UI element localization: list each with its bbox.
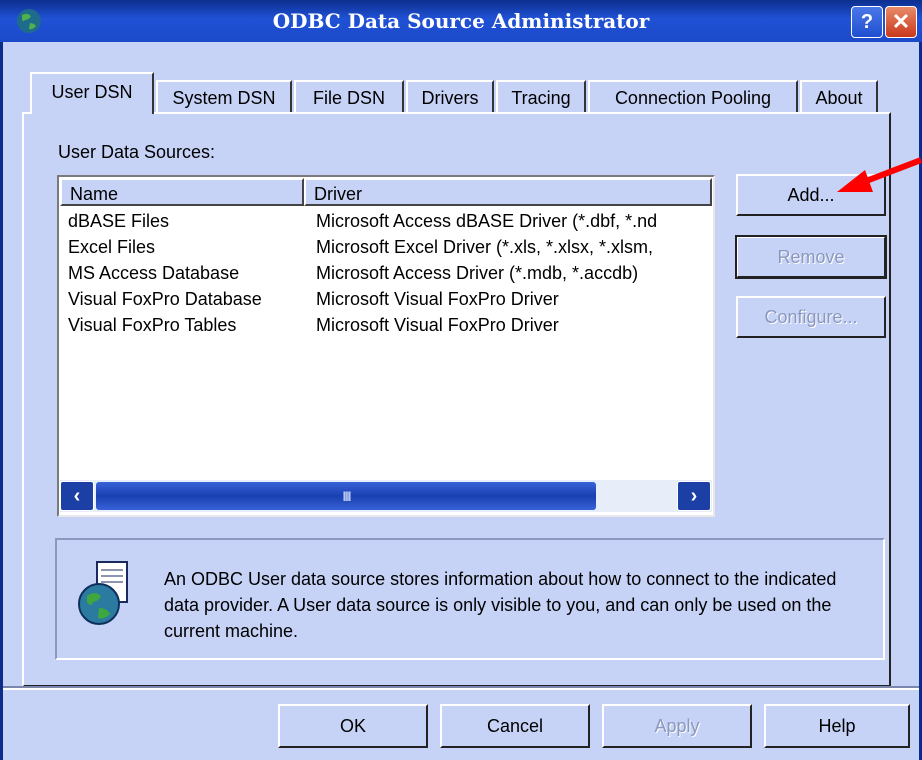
list-item[interactable]: Visual FoxPro Database Microsoft Visual … — [68, 289, 559, 315]
help-button[interactable]: Help — [764, 704, 910, 748]
item-name: dBASE Files — [68, 211, 170, 231]
item-name: MS Access Database — [68, 263, 240, 283]
footer-divider — [3, 686, 919, 690]
tab-about[interactable]: About — [800, 80, 878, 112]
scroll-right-arrow-icon[interactable]: › — [677, 481, 711, 511]
globe-icon[interactable] — [14, 6, 44, 36]
info-description: An ODBC User data source stores informat… — [164, 569, 837, 641]
item-name: Visual FoxPro Tables — [68, 315, 237, 335]
scroll-left-arrow-icon[interactable]: ‹ — [60, 481, 94, 511]
column-header-name[interactable]: Name — [60, 178, 304, 206]
remove-button[interactable]: Remove — [735, 235, 887, 279]
close-button[interactable]: ✕ — [885, 6, 917, 38]
cancel-button[interactable]: Cancel — [440, 704, 590, 748]
tab-drivers[interactable]: Drivers — [406, 80, 494, 112]
configure-button[interactable]: Configure... — [736, 296, 886, 338]
item-driver: Microsoft Excel Driver (*.xls, *.xlsx, *… — [316, 237, 654, 257]
tab-connection-pooling[interactable]: Connection Pooling — [588, 80, 798, 112]
datasource-globe-icon — [75, 560, 133, 634]
item-name: Visual FoxPro Database — [68, 289, 262, 309]
list-item[interactable]: dBASE Files Microsoft Access dBASE Drive… — [68, 211, 657, 237]
column-header-driver[interactable]: Driver — [304, 178, 712, 206]
list-item[interactable]: Excel Files Microsoft Excel Driver (*.xl… — [68, 237, 653, 263]
help-title-button[interactable]: ? — [851, 6, 883, 38]
list-item[interactable]: Visual FoxPro Tables Microsoft Visual Fo… — [68, 315, 559, 341]
list-caption: User Data Sources: — [58, 142, 216, 162]
annotation-arrow-icon — [835, 152, 922, 202]
scrollbar-thumb[interactable]: IIII — [96, 482, 596, 510]
tab-user-dsn[interactable]: User DSN — [30, 72, 154, 114]
apply-button[interactable]: Apply — [602, 704, 752, 748]
tab-tracing[interactable]: Tracing — [496, 80, 586, 112]
window-title: ODBC Data Source Administrator — [272, 9, 650, 33]
tab-system-dsn[interactable]: System DSN — [156, 80, 292, 112]
item-driver: Microsoft Access Driver (*.mdb, *.accdb) — [316, 263, 639, 283]
tab-file-dsn[interactable]: File DSN — [294, 80, 404, 112]
item-driver: Microsoft Visual FoxPro Driver — [316, 315, 559, 335]
item-name: Excel Files — [68, 237, 156, 257]
item-driver: Microsoft Visual FoxPro Driver — [316, 289, 559, 309]
list-item[interactable]: MS Access Database Microsoft Access Driv… — [68, 263, 638, 289]
ok-button[interactable]: OK — [278, 704, 428, 748]
item-driver: Microsoft Access dBASE Driver (*.dbf, *.… — [316, 211, 658, 231]
